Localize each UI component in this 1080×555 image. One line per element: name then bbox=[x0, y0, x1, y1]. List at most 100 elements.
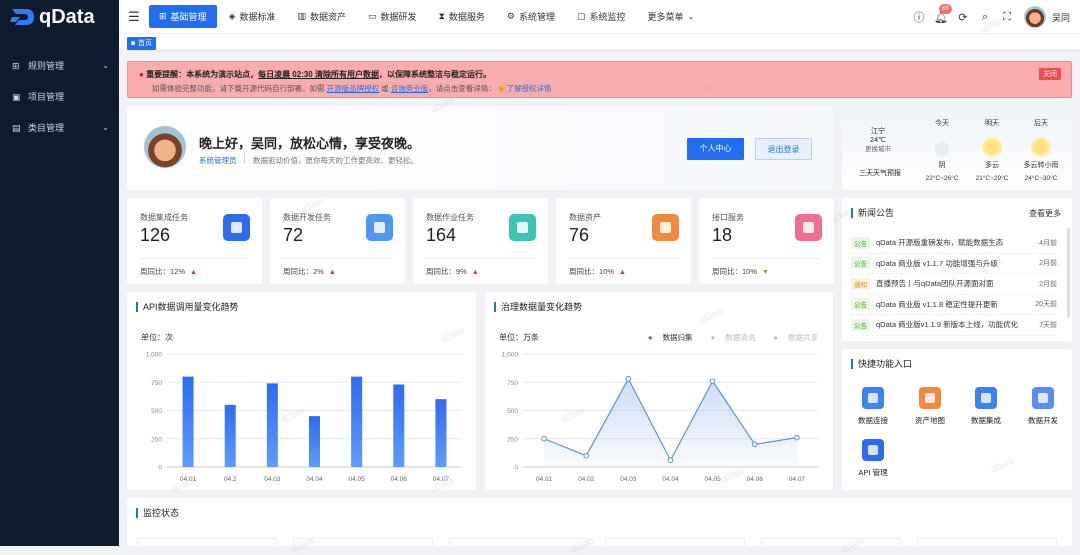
list-item[interactable]: 公告 qData 开源版重磅发布，赋能数据生态 4月前 bbox=[851, 233, 1057, 254]
alert-strong: 每日凌晨 02:30 清除所有用户数据 bbox=[258, 70, 379, 79]
commercial-consult-link[interactable]: 咨询商业版 bbox=[391, 84, 429, 93]
refresh-icon[interactable]: ⟳ bbox=[953, 11, 973, 24]
nav-system-monitor[interactable]: ▢ 系统监控 bbox=[567, 5, 636, 28]
bell-icon[interactable]: 🔔︎ 68 bbox=[931, 3, 952, 24]
chevron-down-icon: ⌄ bbox=[102, 61, 109, 70]
x-tick-label: 04.02 bbox=[578, 476, 595, 483]
api-doc-icon bbox=[862, 439, 884, 461]
view-more-link[interactable]: 查看更多 bbox=[1029, 208, 1061, 219]
nav-basic-management[interactable]: ⊞ 基础管理 bbox=[149, 5, 217, 28]
fullscreen-icon[interactable]: ⛶ bbox=[997, 11, 1017, 24]
logo[interactable]: qData bbox=[0, 0, 119, 34]
motto: 数据驱动价值，愿你每天的工作更高效、更轻松。 bbox=[253, 156, 418, 165]
divider bbox=[140, 258, 248, 259]
news-date: 4月前 bbox=[1039, 239, 1057, 247]
quick-item-label: API 管理 bbox=[858, 468, 888, 477]
sun-icon bbox=[1031, 137, 1051, 157]
sidebar: qData ⊞ 规则管理 ⌄ ▣ 项目管理 ▤ 类目管理 ⌄ bbox=[0, 0, 119, 546]
chart-icon: ▥ bbox=[297, 11, 307, 21]
quick-item-label: 资产地图 bbox=[915, 416, 945, 425]
forecast-temp: 24°C~30°C bbox=[1024, 175, 1058, 182]
list-item[interactable]: 公告 qData 商业版 v1.1.8 稳定性提升更新 20天前 bbox=[851, 295, 1057, 315]
stat-footer: 周同比：10% ▼ bbox=[712, 266, 769, 277]
y-tick-label: 500 bbox=[507, 408, 518, 415]
nav-data-assets[interactable]: ▥ 数据资产 bbox=[288, 5, 357, 28]
nav-data-standard[interactable]: ◈ 数据标准 bbox=[219, 5, 286, 28]
divider bbox=[712, 258, 820, 259]
bar bbox=[224, 404, 236, 467]
divider bbox=[426, 258, 534, 259]
sidebar-item-categories[interactable]: ▤ 类目管理 ⌄ bbox=[0, 112, 119, 143]
sidebar-item-rules[interactable]: ⊞ 规则管理 ⌄ bbox=[0, 50, 119, 81]
list-item[interactable]: 公告 qData 商业版 v1.1.7 功能增强与升级 2月前 bbox=[851, 254, 1057, 274]
data-point bbox=[667, 457, 674, 464]
x-tick-label: 04.04 bbox=[662, 476, 679, 483]
quick-item-data-integration[interactable]: 数据集成 bbox=[961, 387, 1011, 426]
logout-button[interactable]: 退出登录 bbox=[755, 138, 812, 160]
monitor-panel bbox=[761, 538, 901, 546]
lightbulb-icon: ◉ bbox=[497, 84, 505, 93]
sidebar-item-projects[interactable]: ▣ 项目管理 bbox=[0, 81, 119, 112]
pulse-icon bbox=[1032, 387, 1054, 409]
license-details-link[interactable]: 了解授权详情 bbox=[507, 84, 552, 93]
stat-footer: 周同比：10% ▲ bbox=[569, 266, 626, 277]
close-button[interactable]: 关闭 bbox=[1039, 68, 1061, 80]
stat-foot-label: 周同比： bbox=[712, 267, 742, 276]
bar bbox=[266, 383, 278, 467]
cloud-icon bbox=[932, 137, 952, 157]
quick-item-data-development[interactable]: 数据开发 bbox=[1018, 387, 1068, 426]
alert-detail: 如需体验完整功能，请下载开源代码自行部署。如需 开源版品牌授权 或 咨询商业版，… bbox=[152, 83, 552, 94]
stat-foot-label: 周同比： bbox=[283, 267, 313, 276]
monitor-panel bbox=[293, 538, 433, 546]
bar bbox=[393, 384, 405, 467]
y-tick-label: 750 bbox=[507, 380, 518, 387]
alert-text2: ，以保障系统整洁与稳定运行。 bbox=[378, 70, 491, 79]
nav-label: 系统管理 bbox=[518, 12, 555, 22]
stat-value: 164 bbox=[426, 225, 457, 245]
quick-item-data-connection[interactable]: 数据连接 bbox=[848, 387, 898, 426]
nav-data-development[interactable]: ▭ 数据研发 bbox=[358, 5, 427, 28]
avatar[interactable] bbox=[1023, 6, 1046, 28]
folder-icon: ▣ bbox=[12, 91, 21, 102]
divider bbox=[569, 258, 677, 259]
quick-item-asset-map[interactable]: 资产地图 bbox=[905, 387, 955, 426]
trend-down-icon: ▼ bbox=[762, 269, 769, 276]
menu-toggle-icon[interactable]: ☰ bbox=[119, 9, 149, 25]
list-item[interactable]: 通知 直播预告丨与qData团队开源面对面 2月前 bbox=[851, 274, 1057, 295]
search-icon[interactable]: ⌕ bbox=[975, 11, 995, 24]
sidebar-item-label: 类目管理 bbox=[28, 123, 65, 133]
stat-card: 数据集成任务 126 周同比：12% ▲ bbox=[127, 198, 262, 284]
x-tick-label: 04.07 bbox=[433, 476, 450, 483]
scrollbar[interactable] bbox=[1067, 228, 1070, 318]
brand-license-link[interactable]: 开源版品牌授权 bbox=[327, 84, 380, 93]
x-tick-label: 04.04 bbox=[306, 476, 323, 483]
stat-foot-label: 周同比： bbox=[140, 267, 170, 276]
quick-item-api-management[interactable]: API 管理 bbox=[848, 439, 898, 478]
stat-label: 数据集成任务 bbox=[140, 213, 188, 222]
news-tag: 通知 bbox=[851, 277, 870, 290]
trend-up-icon: ▲ bbox=[190, 269, 197, 276]
stat-footer: 周同比：2% ▲ bbox=[283, 266, 336, 277]
line-chart: 0 250 500 750 1,000 04.01 04.02 04.03 04.04 04.05… bbox=[502, 352, 818, 483]
list-item[interactable]: 公告 qData 商业版v1.1.9 新版本上线，功能优化 7天前 bbox=[851, 315, 1057, 336]
governance-chart-card: 治理数据量变化趋势 单位：万条 ● 数据归集 ● 数据清洗 ● 数据共享 0 25… bbox=[485, 292, 833, 490]
alert-text: 本系统为演示站点， bbox=[186, 70, 259, 79]
profile-button[interactable]: 个人中心 bbox=[687, 138, 744, 160]
stat-label: 数据开发任务 bbox=[283, 213, 331, 222]
nav-more-menu[interactable]: 更多菜单 ⌄ bbox=[638, 5, 705, 28]
help-icon[interactable]: ⓘ bbox=[909, 9, 929, 25]
weather-card: 江宁 24℃ 更换城市 三天天气预报 今天 阴 22°C~26°C 明天 多云 … bbox=[842, 106, 1072, 190]
nav-data-service[interactable]: ⧗ 数据服务 bbox=[429, 5, 495, 28]
monitor-panel bbox=[449, 538, 589, 546]
data-point bbox=[709, 378, 716, 384]
nav-label: 基础管理 bbox=[170, 12, 207, 22]
nav-system-management[interactable]: ⚙ 系统管理 bbox=[497, 5, 565, 28]
avatar bbox=[144, 126, 186, 168]
weather-city-block: 江宁 24℃ 更换城市 bbox=[865, 127, 891, 154]
switch-city-link[interactable]: 更换城市 bbox=[865, 145, 891, 154]
monitor-icon: ▢ bbox=[577, 11, 586, 21]
weather-city: 江宁 bbox=[871, 128, 885, 135]
username[interactable]: 吴同 bbox=[1052, 11, 1070, 24]
nav-label: 数据标准 bbox=[239, 12, 276, 22]
tag-home[interactable]: 首页 bbox=[127, 37, 156, 50]
